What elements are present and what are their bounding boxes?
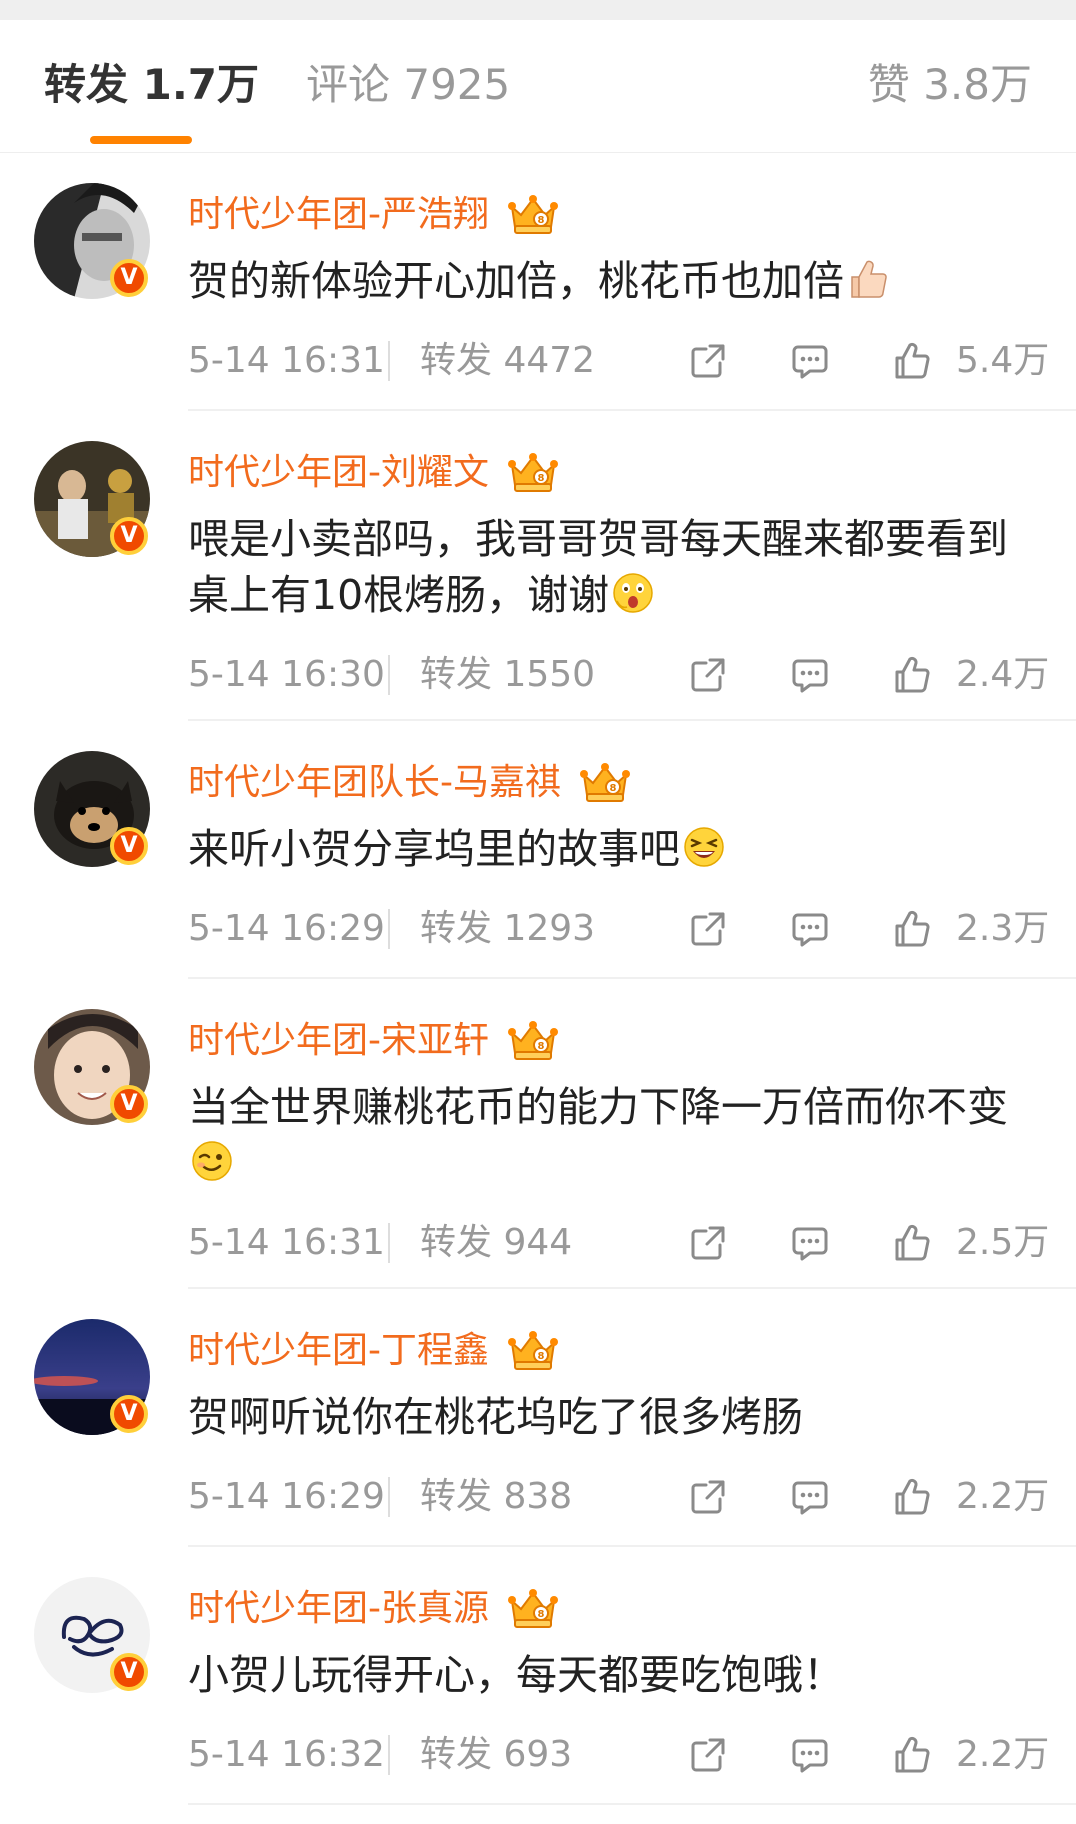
share-icon[interactable] bbox=[688, 655, 728, 695]
repost-count: 转发 1550 bbox=[420, 654, 596, 695]
meta-divider bbox=[388, 1477, 390, 1517]
like-icon[interactable] bbox=[892, 1735, 932, 1775]
timestamp: 5-14 16:30 bbox=[188, 654, 385, 695]
meta-divider bbox=[388, 655, 390, 695]
list-item: V 时代少年团-刘耀文 喂是小卖部吗，我哥哥贺哥每天醒来都要看到桌上有10根烤肠… bbox=[0, 411, 1076, 721]
repost-count: 转发 838 bbox=[420, 1476, 573, 1517]
comment-meta: 5-14 16:29 转发 1293 2.3万 bbox=[188, 901, 1049, 957]
list-item: V 时代少年团-丁程鑫 贺啊听说你在桃花坞吃了很多烤肠 5-14 16:29 转… bbox=[0, 1289, 1076, 1547]
like-count[interactable]: 2.2万 bbox=[956, 1469, 1049, 1525]
avatar[interactable]: V bbox=[34, 1319, 150, 1435]
comment-icon[interactable] bbox=[790, 909, 830, 949]
verified-badge: V bbox=[110, 517, 148, 555]
repost-count: 转发 693 bbox=[420, 1734, 573, 1775]
laughing-emoji-icon bbox=[684, 827, 724, 867]
share-icon[interactable] bbox=[688, 909, 728, 949]
crown-badge-icon bbox=[578, 761, 632, 805]
timestamp: 5-14 16:31 bbox=[188, 1222, 385, 1263]
comment-text: 小贺儿玩得开心，每天都要吃饱哦！ bbox=[188, 1651, 844, 1699]
share-icon[interactable] bbox=[688, 1477, 728, 1517]
crown-badge-icon bbox=[506, 1019, 560, 1063]
comment-meta: 5-14 16:31 转发 944 2.5万 bbox=[188, 1215, 1049, 1271]
comment-icon[interactable] bbox=[790, 1735, 830, 1775]
like-icon[interactable] bbox=[892, 909, 932, 949]
divider bbox=[188, 1803, 1076, 1805]
share-icon[interactable] bbox=[688, 341, 728, 381]
tab-reposts[interactable]: 转发 1.7万 bbox=[44, 60, 259, 110]
meta-divider bbox=[388, 1735, 390, 1775]
timestamp: 5-14 16:31 bbox=[188, 340, 385, 381]
active-tab-indicator bbox=[90, 136, 192, 144]
comment-icon[interactable] bbox=[790, 341, 830, 381]
crown-badge-icon bbox=[506, 193, 560, 237]
list-item: V 时代少年团-宋亚轩 当全世界赚桃花币的能力下降一万倍而你不变 5-14 16… bbox=[0, 979, 1076, 1289]
comment-text: 喂是小卖部吗，我哥哥贺哥每天醒来都要看到桌上有10根烤肠，谢谢 bbox=[188, 515, 1008, 619]
tab-comments[interactable]: 评论 7925 bbox=[306, 60, 510, 110]
repost-count: 转发 944 bbox=[420, 1222, 573, 1263]
username[interactable]: 时代少年团队长-马嘉祺 bbox=[188, 759, 561, 807]
like-count[interactable]: 2.5万 bbox=[956, 1215, 1049, 1271]
timestamp: 5-14 16:29 bbox=[188, 1476, 385, 1517]
meta-divider bbox=[388, 909, 390, 949]
meta-divider bbox=[388, 341, 390, 381]
comment-text: 贺的新体验开心加倍，桃花币也加倍 bbox=[188, 253, 1048, 309]
avatar[interactable]: V bbox=[34, 1577, 150, 1693]
crown-badge-icon bbox=[506, 451, 560, 495]
username[interactable]: 时代少年团-刘耀文 bbox=[188, 449, 489, 497]
comment-icon[interactable] bbox=[790, 1223, 830, 1263]
tab-bar: 转发 1.7万 评论 7925 赞 3.8万 bbox=[0, 20, 1076, 153]
tab-likes[interactable]: 赞 3.8万 bbox=[868, 60, 1032, 110]
like-icon[interactable] bbox=[892, 655, 932, 695]
avatar[interactable]: V bbox=[34, 1009, 150, 1125]
username[interactable]: 时代少年团-丁程鑫 bbox=[188, 1327, 489, 1375]
avatar[interactable]: V bbox=[34, 183, 150, 299]
verified-badge: V bbox=[110, 259, 148, 297]
comment-meta: 5-14 16:30 转发 1550 2.4万 bbox=[188, 647, 1049, 703]
thumbs-up-emoji-icon bbox=[851, 260, 887, 298]
repost-list: V 时代少年团-严浩翔 贺的新体验开心加倍，桃花币也加倍 5-14 16:31 … bbox=[0, 153, 1076, 1805]
like-count[interactable]: 5.4万 bbox=[956, 333, 1049, 389]
comment-meta: 5-14 16:31 转发 4472 5.4万 bbox=[188, 333, 1049, 389]
list-item: V 时代少年团-张真源 小贺儿玩得开心，每天都要吃饱哦！ 5-14 16:32 … bbox=[0, 1547, 1076, 1805]
list-item: V 时代少年团-严浩翔 贺的新体验开心加倍，桃花币也加倍 5-14 16:31 … bbox=[0, 153, 1076, 411]
like-icon[interactable] bbox=[892, 1223, 932, 1263]
list-item: V 时代少年团队长-马嘉祺 来听小贺分享坞里的故事吧 5-14 16:29 转发… bbox=[0, 721, 1076, 979]
timestamp: 5-14 16:32 bbox=[188, 1734, 385, 1775]
like-count[interactable]: 2.3万 bbox=[956, 901, 1049, 957]
status-strip bbox=[0, 0, 1076, 20]
crown-badge-icon bbox=[506, 1329, 560, 1373]
like-count[interactable]: 2.2万 bbox=[956, 1727, 1049, 1783]
comment-icon[interactable] bbox=[790, 655, 830, 695]
surprised-emoji-icon bbox=[613, 573, 653, 613]
username[interactable]: 时代少年团-宋亚轩 bbox=[188, 1017, 489, 1065]
comment-text: 贺啊听说你在桃花坞吃了很多烤肠 bbox=[188, 1393, 803, 1441]
meta-divider bbox=[388, 1223, 390, 1263]
comment-text: 来听小贺分享坞里的故事吧 bbox=[188, 821, 1048, 877]
username[interactable]: 时代少年团-严浩翔 bbox=[188, 191, 489, 239]
repost-count: 转发 1293 bbox=[420, 908, 596, 949]
like-count[interactable]: 2.4万 bbox=[956, 647, 1049, 703]
like-icon[interactable] bbox=[892, 1477, 932, 1517]
timestamp: 5-14 16:29 bbox=[188, 908, 385, 949]
repost-count: 转发 4472 bbox=[420, 340, 596, 381]
crown-badge-icon bbox=[506, 1587, 560, 1631]
verified-badge: V bbox=[110, 1653, 148, 1691]
avatar[interactable]: V bbox=[34, 441, 150, 557]
verified-badge: V bbox=[110, 827, 148, 865]
comment-icon[interactable] bbox=[790, 1477, 830, 1517]
verified-badge: V bbox=[110, 1395, 148, 1433]
comment-text: 当全世界赚桃花币的能力下降一万倍而你不变 bbox=[188, 1079, 1048, 1191]
comment-meta: 5-14 16:32 转发 693 2.2万 bbox=[188, 1727, 1049, 1783]
like-icon[interactable] bbox=[892, 341, 932, 381]
share-icon[interactable] bbox=[688, 1223, 728, 1263]
avatar[interactable]: V bbox=[34, 751, 150, 867]
username[interactable]: 时代少年团-张真源 bbox=[188, 1585, 489, 1633]
share-icon[interactable] bbox=[688, 1735, 728, 1775]
comment-meta: 5-14 16:29 转发 838 2.2万 bbox=[188, 1469, 1049, 1525]
wink-emoji-icon bbox=[192, 1141, 232, 1181]
verified-badge: V bbox=[110, 1085, 148, 1123]
